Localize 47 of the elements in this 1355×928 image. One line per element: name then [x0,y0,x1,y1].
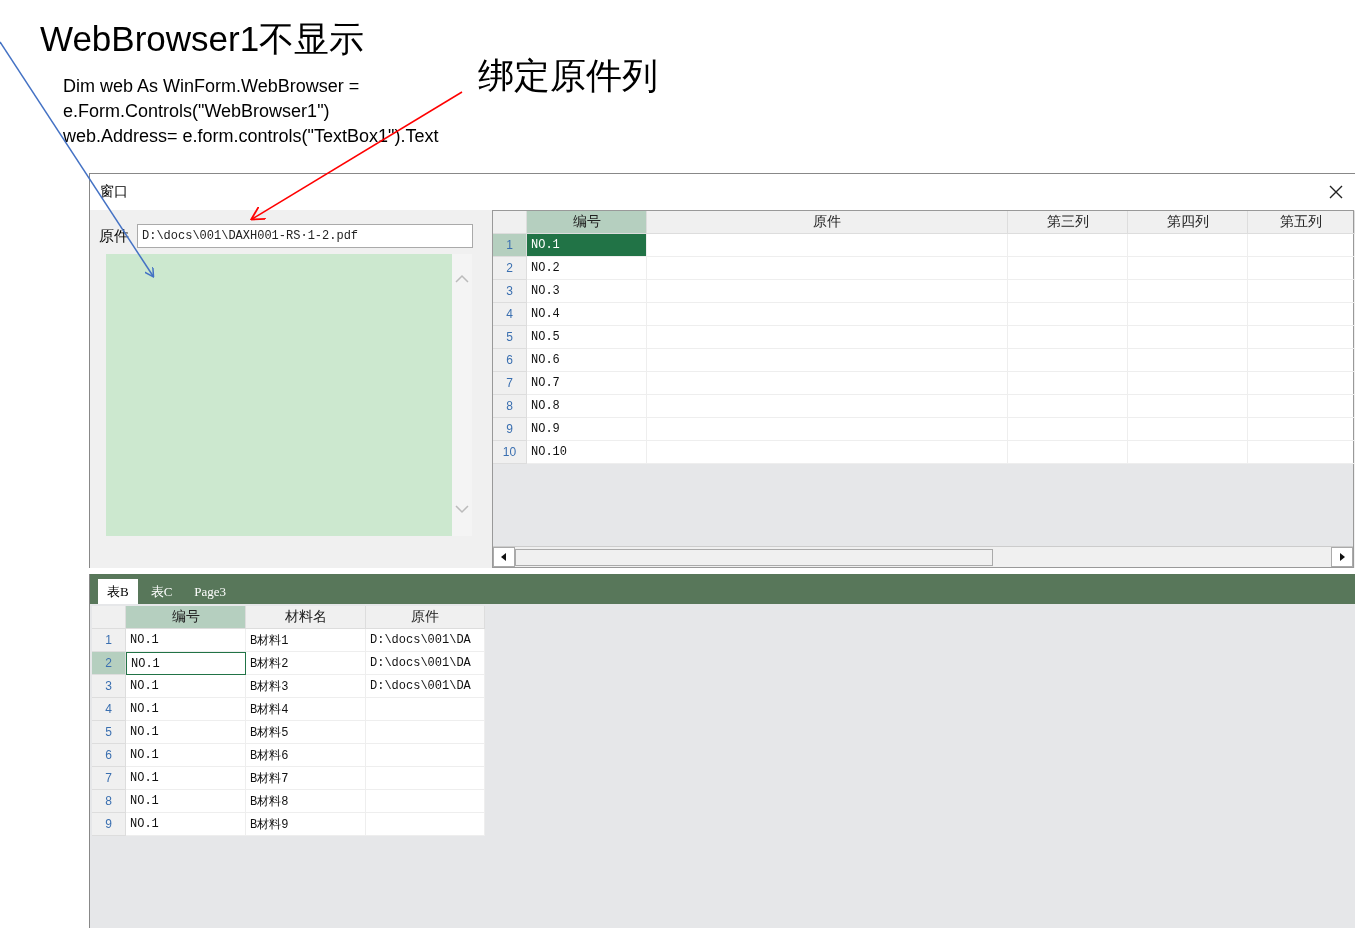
row-number: 7 [92,767,126,790]
window-title: 窗口 [100,183,128,201]
annotation-note: 绑定原件列 [478,54,658,98]
row-number: 4 [92,698,126,721]
field-label: 原件 [99,226,129,246]
row-number: 1 [493,234,527,257]
table-cell[interactable]: NO.1 [126,629,246,652]
chevron-up-icon[interactable] [455,274,469,283]
table-cell[interactable]: NO.1 [126,813,246,836]
row-number: 5 [92,721,126,744]
row-number: 1 [92,629,126,652]
row-number: 3 [493,280,527,303]
table-cell[interactable]: B材料9 [246,813,366,836]
row-number: 4 [493,303,527,326]
column-header[interactable]: 编号 [527,211,647,234]
row-number: 7 [493,372,527,395]
row-number: 8 [92,790,126,813]
vertical-scrollbar[interactable] [452,254,472,536]
row-number: 9 [92,813,126,836]
table-cell[interactable]: NO.10 [527,441,647,464]
code-line: Dim web As WinForm.WebBrowser = [63,75,361,98]
arrow-right-icon[interactable] [1331,547,1353,567]
column-header[interactable]: 编号 [126,606,246,629]
tab[interactable]: 表B [98,579,138,604]
tab[interactable]: 表C [141,579,182,604]
row-number: 6 [92,744,126,767]
file-path-field[interactable]: D:\docs\001\DAXH001-RS·1-2.pdf [137,224,473,248]
row-number: 5 [493,326,527,349]
row-number: 10 [493,441,527,464]
code-line: e.Form.Controls("WebBrowser1") [63,100,331,123]
grid-corner[interactable] [493,211,527,234]
row-number: 2 [493,257,527,280]
row-number: 8 [493,395,527,418]
row-number: 2 [92,652,126,675]
close-icon[interactable] [1329,185,1343,199]
grid-corner[interactable] [92,606,126,629]
scrollbar-thumb[interactable] [515,548,993,566]
row-number: 6 [493,349,527,372]
row-number: 9 [493,418,527,441]
arrow-left-icon[interactable] [493,547,515,567]
chevron-down-icon[interactable] [455,505,469,514]
tab[interactable]: Page3 [185,579,236,604]
horizontal-scrollbar[interactable] [493,546,1353,567]
table-cell[interactable]: NO.1 [126,652,246,675]
table-cell[interactable]: NO.1 [527,234,647,257]
row-number: 3 [92,675,126,698]
annotation-title: WebBrowser1不显示 [40,18,365,60]
